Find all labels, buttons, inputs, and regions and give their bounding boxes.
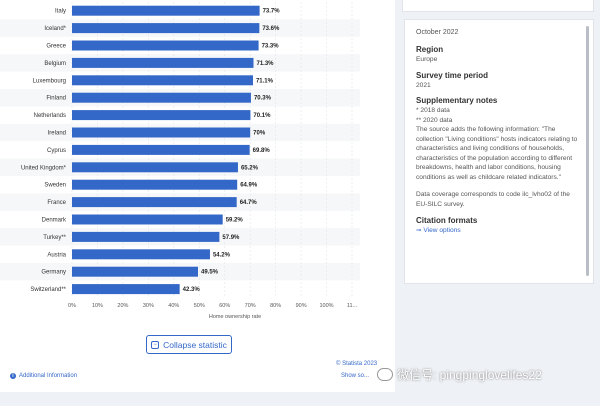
bar bbox=[72, 231, 220, 242]
bar bbox=[72, 197, 237, 208]
bar bbox=[72, 40, 259, 51]
side-top-card bbox=[402, 0, 594, 12]
tick-label: 100% bbox=[320, 303, 334, 309]
wechat-watermark: 微信号: pingpinglovelifes22 bbox=[377, 366, 542, 383]
data-label: 64.7% bbox=[240, 200, 258, 206]
info-icon: i bbox=[10, 373, 16, 379]
category-label: Belgium bbox=[44, 61, 66, 67]
bar bbox=[72, 284, 180, 295]
copyright-text[interactable]: © Statista 2023 bbox=[336, 361, 377, 367]
wechat-icon bbox=[377, 368, 393, 381]
view-options-link[interactable]: ➞ View options bbox=[416, 226, 583, 234]
bar bbox=[72, 23, 260, 34]
additional-information-link[interactable]: i Additional Information bbox=[10, 373, 77, 379]
data-label: 49.5% bbox=[201, 270, 219, 276]
additional-information-label: Additional Information bbox=[19, 373, 78, 379]
category-label: Netherlands bbox=[34, 113, 66, 119]
show-source-link[interactable]: Show so... bbox=[341, 373, 369, 379]
bar bbox=[72, 75, 253, 86]
bar bbox=[72, 5, 260, 16]
note-coverage: Data coverage corresponds to code ilc_lv… bbox=[416, 191, 570, 209]
tick-label: 60% bbox=[219, 303, 230, 309]
data-label: 70.1% bbox=[253, 113, 271, 119]
bar bbox=[72, 57, 254, 68]
watermark-text: 微信号: pingpinglovelifes22 bbox=[397, 368, 542, 382]
data-label: 42.3% bbox=[183, 287, 201, 293]
category-label: Turkey** bbox=[43, 235, 66, 241]
bar bbox=[72, 162, 238, 173]
note-source: The source adds the following informatio… bbox=[416, 126, 578, 181]
tick-label: 50% bbox=[194, 303, 205, 309]
supplementary-notes-label: Supplementary notes bbox=[416, 96, 498, 106]
bar bbox=[72, 179, 238, 190]
collapse-label: Collapse statistic bbox=[163, 339, 227, 350]
bar bbox=[72, 266, 198, 277]
data-label: 73.3% bbox=[262, 44, 280, 50]
category-label: Greece bbox=[46, 44, 66, 50]
bar bbox=[72, 92, 251, 103]
survey-period-label: Survey time period bbox=[416, 70, 489, 80]
tick-label: 90% bbox=[296, 303, 307, 309]
bar bbox=[72, 214, 223, 225]
data-label: 70% bbox=[253, 131, 266, 137]
data-label: 59.2% bbox=[226, 218, 244, 224]
tick-label: 0% bbox=[68, 303, 76, 309]
tick-label: 30% bbox=[143, 303, 154, 309]
note-2018: * 2018 data bbox=[416, 107, 450, 115]
category-label: Sweden bbox=[44, 183, 66, 189]
data-label: 65.2% bbox=[241, 165, 259, 171]
release-date: October 2022 bbox=[416, 29, 459, 36]
collapse-icon: − bbox=[151, 340, 160, 349]
tick-label: 11... bbox=[347, 303, 358, 309]
bar bbox=[72, 110, 251, 121]
category-label: France bbox=[47, 200, 66, 206]
category-label: United Kingdom* bbox=[21, 165, 67, 171]
bar bbox=[72, 144, 250, 155]
data-label: 69.8% bbox=[253, 148, 271, 154]
tick-label: 20% bbox=[117, 303, 128, 309]
category-label: Iceland* bbox=[44, 26, 66, 32]
tick-label: 70% bbox=[245, 303, 256, 309]
tick-label: 10% bbox=[92, 303, 103, 309]
category-label: Germany bbox=[41, 270, 66, 276]
category-label: Italy bbox=[55, 9, 66, 15]
bar bbox=[72, 249, 210, 260]
data-label: 71.3% bbox=[256, 61, 274, 67]
statistic-details-panel: October 2022 Region Europe Survey time p… bbox=[404, 19, 594, 284]
chart-card: Italy 73.7% Iceland* 73.6% Greece 73.3% Belgiu… bbox=[0, 0, 395, 392]
survey-period-value: 2021 bbox=[416, 81, 431, 89]
x-axis-title: Home ownership rate bbox=[209, 314, 261, 320]
category-label: Denmark bbox=[42, 218, 67, 224]
bar-chart: Italy 73.7% Iceland* 73.6% Greece 73.3% Belgiu… bbox=[0, 2, 360, 320]
side-panel-scrollbar[interactable] bbox=[586, 26, 589, 276]
tick-label: 40% bbox=[168, 303, 179, 309]
data-label: 57.9% bbox=[222, 235, 240, 241]
region-value: Europe bbox=[416, 56, 438, 63]
supplementary-notes: * 2018 data ** 2020 data The source adds… bbox=[416, 106, 583, 209]
data-label: 73.7% bbox=[263, 9, 281, 15]
view-options-label: View options bbox=[423, 226, 461, 234]
tick-label: 80% bbox=[270, 303, 281, 309]
data-label: 54.2% bbox=[213, 252, 231, 258]
arrow-right-icon: ➞ bbox=[416, 226, 422, 234]
data-label: 64.9% bbox=[240, 183, 258, 189]
category-label: Austria bbox=[47, 252, 66, 258]
category-label: Cyprus bbox=[47, 148, 66, 154]
data-label: 70.3% bbox=[254, 96, 272, 102]
region-label: Region bbox=[416, 45, 444, 54]
note-2020: ** 2020 data bbox=[416, 116, 453, 124]
citation-formats-label: Citation formats bbox=[416, 215, 478, 225]
category-label: Finland bbox=[46, 96, 66, 102]
category-label: Switzerland** bbox=[30, 287, 66, 293]
category-label: Luxembourg bbox=[33, 78, 66, 84]
collapse-statistic-button[interactable]: − Collapse statistic bbox=[146, 335, 232, 354]
bar bbox=[72, 127, 251, 138]
category-label: Ireland bbox=[48, 131, 66, 137]
data-label: 73.6% bbox=[262, 26, 280, 32]
data-label: 71.1% bbox=[256, 78, 274, 84]
